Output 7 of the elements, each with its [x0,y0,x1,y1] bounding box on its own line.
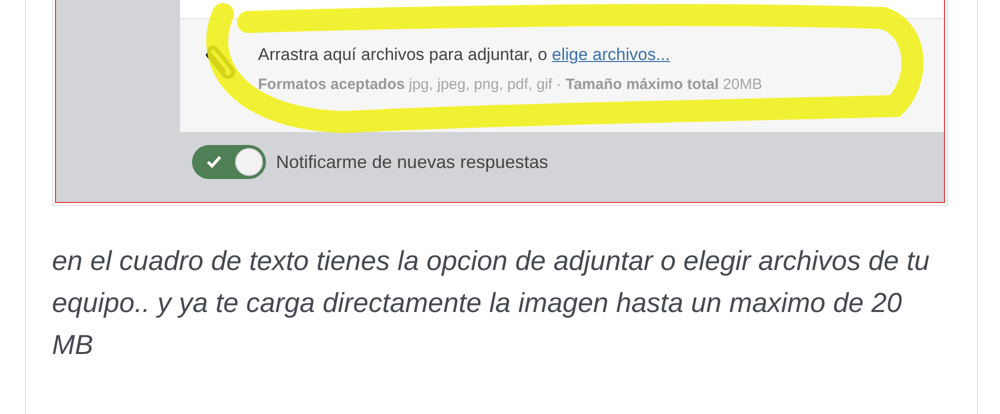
drop-files-hint: Arrastra aquí archivos para adjuntar, o elige archivos... [258,45,672,65]
choose-files-link[interactable]: elige archivos... [552,45,670,64]
notify-label: Notificarme de nuevas respuestas [276,152,548,172]
post-text: en el cuadro de texto tienes la opcion de adjuntar o elegir archivos de tu equipo.. y ya te carga directamente la imagen hasta un maximo de 20 MB [52,244,931,362]
notify-toggle[interactable] [192,145,266,179]
checkmark-icon [206,155,222,169]
accepted-formats-text: Formatos aceptados jpg, jpeg, png, pdf, gif · Tamaño máximo total 20MB [258,76,762,93]
